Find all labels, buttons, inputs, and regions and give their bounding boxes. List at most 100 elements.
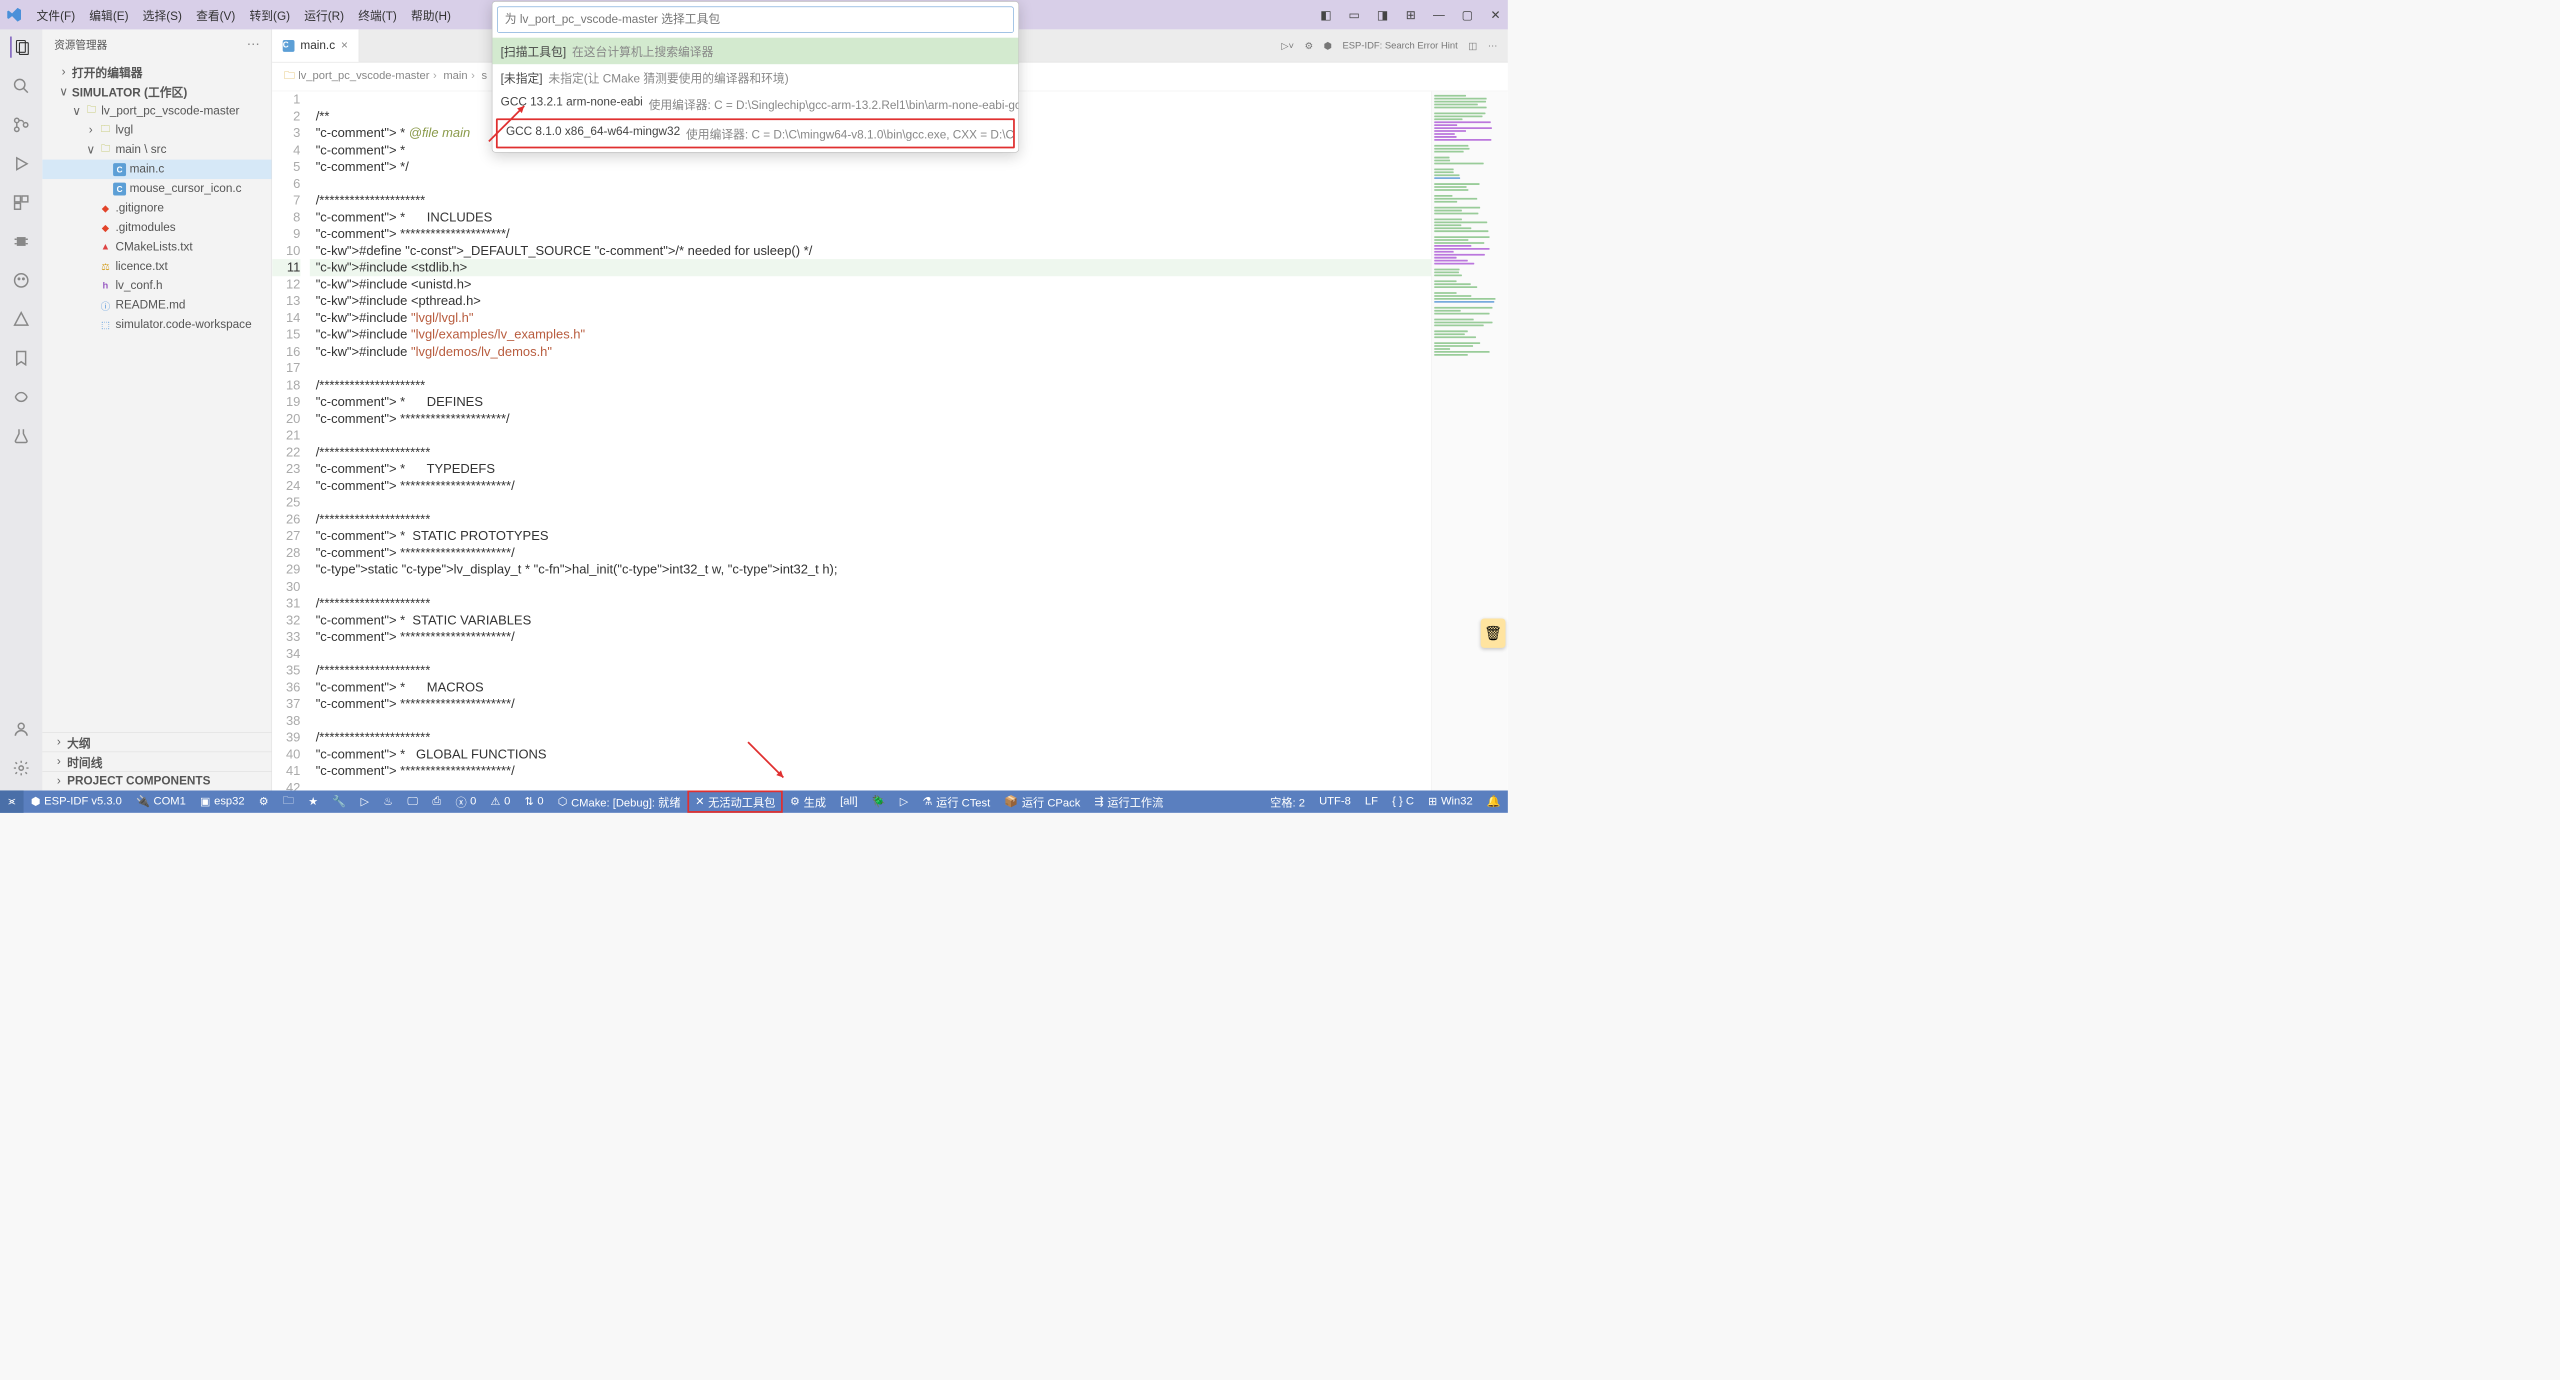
sb-remote[interactable]: ⪤ xyxy=(0,790,24,812)
close-button[interactable]: ✕ xyxy=(1489,7,1502,22)
folder-icon: 🗀 xyxy=(99,143,112,156)
c-file-icon: C xyxy=(283,40,295,52)
sidebar-explorer: 资源管理器 ⋯ ›打开的编辑器 ∨SIMULATOR (工作区) ∨🗀lv_po… xyxy=(42,29,272,790)
tree-item-licence-txt[interactable]: ⚖licence.txt xyxy=(42,257,271,276)
sb-flame[interactable]: ♨ xyxy=(376,790,400,812)
sb-folder[interactable]: 🗀 xyxy=(276,790,301,812)
outline-section[interactable]: ›大纲 xyxy=(42,732,271,751)
esp-icon[interactable] xyxy=(11,231,32,252)
sb-flow[interactable]: ⇶运行工作流 xyxy=(1087,790,1170,812)
sb-chip2[interactable]: ▣esp32 xyxy=(193,790,252,812)
settings-icon[interactable] xyxy=(11,757,32,778)
sb-err[interactable]: ⓧ0 xyxy=(448,790,483,812)
sb--2[interactable]: 空格: 2 xyxy=(1263,790,1312,812)
sb-port[interactable]: ⇅0 xyxy=(517,790,550,812)
tree-item-cmakelists-txt[interactable]: ▲CMakeLists.txt xyxy=(42,237,271,256)
tree-item-readme-md[interactable]: ⓘREADME.md xyxy=(42,296,271,315)
sb-monitor[interactable]: 🖵 xyxy=(400,790,425,812)
tab-settings-icon[interactable]: ⚙ xyxy=(1305,40,1313,52)
layout-panel-icon[interactable]: ▭ xyxy=(1348,7,1361,22)
menu-help[interactable]: 帮助(H) xyxy=(405,4,457,26)
test-icon[interactable] xyxy=(11,425,32,446)
menu-run[interactable]: 运行(R) xyxy=(298,4,350,26)
timeline-section[interactable]: ›时间线 xyxy=(42,752,271,771)
tree-item-main-c[interactable]: Cmain.c xyxy=(42,160,271,179)
accounts-icon[interactable] xyxy=(11,719,32,740)
sb--c[interactable]: { } C xyxy=(1385,790,1421,812)
sb-win[interactable]: ⊞Win32 xyxy=(1421,790,1480,812)
split-editor-icon[interactable]: ◫ xyxy=(1468,40,1477,52)
layout-sidebar-right-icon[interactable]: ◨ xyxy=(1376,7,1389,22)
project-components-section[interactable]: ›PROJECT COMPONENTS xyxy=(42,771,271,790)
cortex-icon[interactable] xyxy=(11,386,32,407)
extensions-icon[interactable] xyxy=(11,192,32,213)
menu-terminal[interactable]: 终端(T) xyxy=(352,4,402,26)
tree-item-lv-port-pc-vscode-master[interactable]: ∨🗀lv_port_pc_vscode-master xyxy=(42,101,271,120)
sb-utf-8[interactable]: UTF-8 xyxy=(1312,790,1358,812)
source-control-icon[interactable] xyxy=(11,114,32,135)
search-icon[interactable] xyxy=(11,75,32,96)
quickpick-option-scan[interactable]: [扫描工具包] 在这台计算机上搜索编译器 xyxy=(492,38,1018,65)
tree-item-lv-conf-h[interactable]: hlv_conf.h xyxy=(42,276,271,295)
sb-pkg[interactable]: 📦运行 CPack xyxy=(997,790,1087,812)
tree-item-main-src[interactable]: ∨🗀main \ src xyxy=(42,140,271,159)
layout-grid-icon[interactable]: ⊞ xyxy=(1404,7,1417,22)
tree-item--gitignore[interactable]: ◆.gitignore xyxy=(42,198,271,217)
esp-hint-icon[interactable]: ⬢ xyxy=(1324,40,1332,52)
sb-gear[interactable]: ⚙ xyxy=(252,790,276,812)
run-dropdown-icon[interactable]: ▷˅ xyxy=(1281,40,1294,52)
workspace-section[interactable]: ∨SIMULATOR (工作区) xyxy=(42,82,271,101)
minimap[interactable] xyxy=(1431,91,1508,790)
sb-play2[interactable]: ▷ xyxy=(893,790,916,812)
more-actions-icon[interactable]: ⋯ xyxy=(1488,40,1497,52)
esp-search-hint[interactable]: ESP-IDF: Search Error Hint xyxy=(1342,40,1457,51)
minimize-button[interactable]: — xyxy=(1432,8,1445,22)
close-tab-icon[interactable]: × xyxy=(341,39,348,53)
sb-tools[interactable]: ✕无活动工具包 xyxy=(688,790,783,812)
quickpick-input[interactable] xyxy=(497,6,1014,33)
layout-sidebar-icon[interactable]: ◧ xyxy=(1319,7,1332,22)
menu-selection[interactable]: 选择(S) xyxy=(137,4,188,26)
explorer-icon[interactable] xyxy=(10,37,31,58)
sb-star[interactable]: ★ xyxy=(301,790,325,812)
tab-main-c[interactable]: C main.c × xyxy=(272,29,359,61)
quickpick-option-unspecified[interactable]: [未指定] 未指定(让 CMake 猜测要使用的编译器和环境) xyxy=(492,64,1018,91)
sb-cmake[interactable]: ⬡CMake: [Debug]: 就绪 xyxy=(551,790,688,812)
run-debug-icon[interactable] xyxy=(11,153,32,174)
sb-bell[interactable]: 🔔 xyxy=(1480,790,1508,812)
sb-build[interactable]: ⎙ xyxy=(425,790,448,812)
sb-lf[interactable]: LF xyxy=(1358,790,1385,812)
quickpick-option-gcc-mingw[interactable]: GCC 8.1.0 x86_64-w64-mingw32 使用编译器: C = … xyxy=(496,118,1015,148)
tree-item-mouse-cursor-icon-c[interactable]: Cmouse_cursor_icon.c xyxy=(42,179,271,198)
sb--all-[interactable]: [all] xyxy=(833,790,865,812)
menu-go[interactable]: 转到(G) xyxy=(244,4,296,26)
bookmark-icon[interactable] xyxy=(11,348,32,369)
cmake-icon[interactable] xyxy=(11,309,32,330)
tree-item--gitmodules[interactable]: ◆.gitmodules xyxy=(42,218,271,237)
code-editor[interactable]: 1234567891011121314151617181920212223242… xyxy=(272,91,1508,790)
sb-warn[interactable]: ⚠0 xyxy=(483,790,517,812)
explorer-more-icon[interactable]: ⋯ xyxy=(247,37,260,52)
explorer-header: 资源管理器 ⋯ xyxy=(42,29,271,58)
platformio-icon[interactable] xyxy=(11,270,32,291)
ws-icon: ⬚ xyxy=(99,318,112,331)
menu-file[interactable]: 文件(F) xyxy=(31,4,81,26)
menu-edit[interactable]: 编辑(E) xyxy=(83,4,134,26)
sb-gear2[interactable]: ⚙生成 xyxy=(783,790,833,812)
md-icon: ⓘ xyxy=(99,299,112,312)
menu-view[interactable]: 查看(V) xyxy=(190,4,241,26)
tree-item-lvgl[interactable]: ›🗀lvgl xyxy=(42,121,271,140)
gear-icon: ⚙ xyxy=(259,795,269,809)
sb-bug[interactable]: 🪲 xyxy=(865,790,893,812)
sb-play[interactable]: ▷ xyxy=(353,790,376,812)
beaker-icon: ⚗ xyxy=(923,795,933,809)
sb-beaker[interactable]: ⚗运行 CTest xyxy=(915,790,997,812)
sb-wrench[interactable]: 🔧 xyxy=(325,790,353,812)
sb-plug[interactable]: 🔌COM1 xyxy=(129,790,193,812)
quickpick-option-gcc-arm[interactable]: GCC 13.2.1 arm-none-eabi 使用编译器: C = D:\S… xyxy=(492,91,1018,118)
trash-badge-icon[interactable]: 🗑 xyxy=(1481,618,1506,647)
tree-item-simulator-code-workspace[interactable]: ⬚simulator.code-workspace xyxy=(42,315,271,334)
sb-chip[interactable]: ⬢ESP-IDF v5.3.0 xyxy=(24,790,129,812)
maximize-button[interactable]: ▢ xyxy=(1461,7,1474,22)
open-editors-section[interactable]: ›打开的编辑器 xyxy=(42,62,271,81)
